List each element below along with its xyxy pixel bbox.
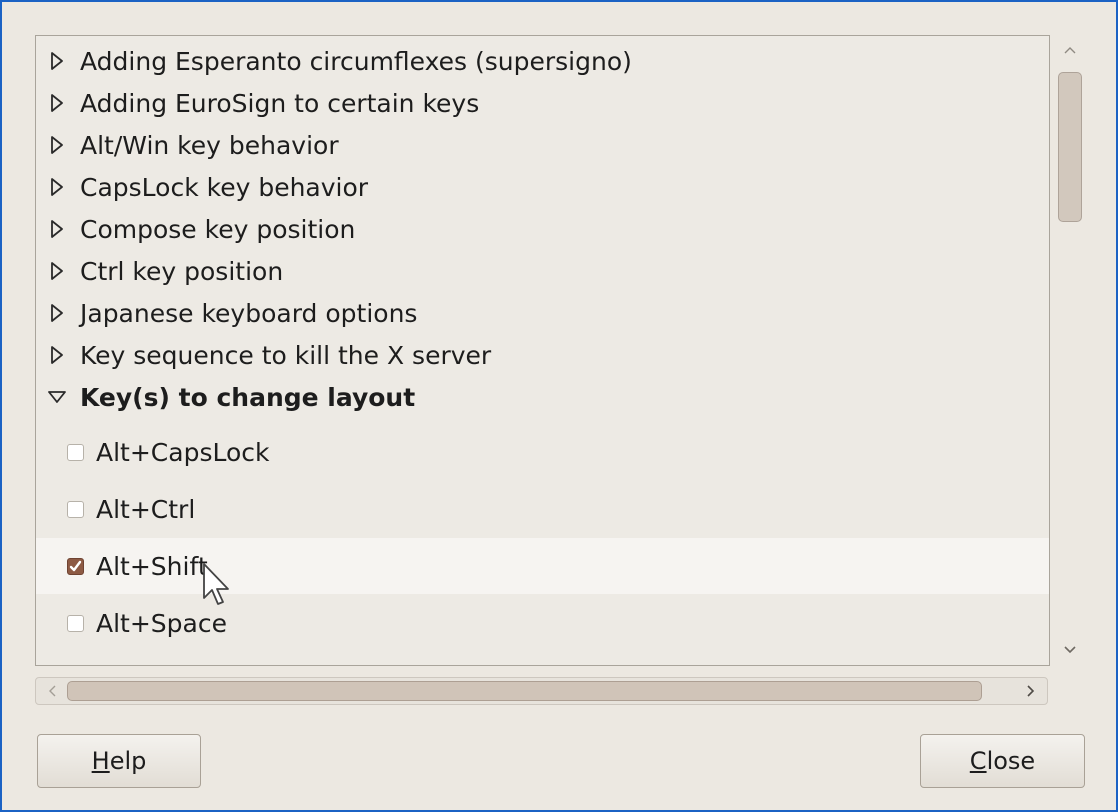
triangle-down-icon[interactable] <box>46 386 68 408</box>
horizontal-scrollbar-thumb[interactable] <box>67 681 982 701</box>
tree-group-ctrl[interactable]: Ctrl key position <box>36 250 1049 292</box>
tree-group-alt-win[interactable]: Alt/Win key behavior <box>36 124 1049 166</box>
triangle-right-icon[interactable] <box>46 176 68 198</box>
checkbox[interactable] <box>67 443 84 461</box>
horizontal-scrollbar[interactable] <box>35 677 1048 705</box>
tree-group-change-layout[interactable]: Key(s) to change layout <box>36 376 1049 418</box>
checkbox[interactable] <box>67 500 84 518</box>
triangle-right-icon[interactable] <box>46 134 68 156</box>
tree-group-esperanto[interactable]: Adding Esperanto circumflexes (supersign… <box>36 40 1049 82</box>
options-tree[interactable]: Adding Esperanto circumflexes (supersign… <box>36 36 1049 665</box>
tree-group-label: Adding Esperanto circumflexes (supersign… <box>80 46 632 76</box>
tree-group-label: Key(s) to change layout <box>80 382 416 412</box>
tree-group-eurosign[interactable]: Adding EuroSign to certain keys <box>36 82 1049 124</box>
option-label: Alt+Shift <box>96 551 208 581</box>
keyboard-layout-options-dialog: Adding Esperanto circumflexes (supersign… <box>0 0 1118 812</box>
checkbox[interactable] <box>67 614 84 632</box>
tree-group-compose[interactable]: Compose key position <box>36 208 1049 250</box>
vertical-scrollbar[interactable] <box>1055 39 1085 663</box>
help-button[interactable]: Help <box>37 734 201 788</box>
tree-group-label: Key sequence to kill the X server <box>80 340 492 370</box>
option-alt-capslock[interactable]: Alt+CapsLock <box>36 424 1049 480</box>
triangle-right-icon[interactable] <box>46 302 68 324</box>
scroll-left-arrow-icon[interactable] <box>38 678 66 704</box>
scroll-down-arrow-icon[interactable] <box>1055 639 1085 661</box>
option-alt-ctrl[interactable]: Alt+Ctrl <box>36 481 1049 537</box>
close-mnemonic: C <box>969 747 987 775</box>
tree-group-label: Ctrl key position <box>80 256 284 286</box>
triangle-right-icon[interactable] <box>46 218 68 240</box>
checkbox[interactable] <box>67 557 84 575</box>
triangle-right-icon[interactable] <box>46 92 68 114</box>
checkmark-icon <box>69 560 82 571</box>
option-label: Alt+Space <box>96 608 227 638</box>
close-button[interactable]: Close <box>920 734 1085 788</box>
option-alt-space[interactable]: Alt+Space <box>36 595 1049 651</box>
triangle-right-icon[interactable] <box>46 260 68 282</box>
help-label: elp <box>109 747 147 775</box>
tree-group-capslock[interactable]: CapsLock key behavior <box>36 166 1049 208</box>
close-label: lose <box>986 747 1036 775</box>
tree-group-label: Japanese keyboard options <box>80 298 418 328</box>
tree-group-japanese[interactable]: Japanese keyboard options <box>36 292 1049 334</box>
tree-group-label: CapsLock key behavior <box>80 172 369 202</box>
triangle-right-icon[interactable] <box>46 344 68 366</box>
tree-group-label: Compose key position <box>80 214 356 244</box>
scroll-right-arrow-icon[interactable] <box>1017 678 1045 704</box>
scroll-up-arrow-icon[interactable] <box>1055 39 1085 61</box>
options-tree-frame: Adding Esperanto circumflexes (supersign… <box>35 35 1050 666</box>
tree-group-label: Alt/Win key behavior <box>80 130 339 160</box>
tree-group-kill-x[interactable]: Key sequence to kill the X server <box>36 334 1049 376</box>
help-mnemonic: H <box>91 747 110 775</box>
triangle-right-icon[interactable] <box>46 50 68 72</box>
tree-group-label: Adding EuroSign to certain keys <box>80 88 480 118</box>
option-label: Alt+CapsLock <box>96 437 270 467</box>
vertical-scrollbar-thumb[interactable] <box>1058 72 1082 222</box>
option-label: Alt+Ctrl <box>96 494 196 524</box>
option-alt-shift[interactable]: Alt+Shift <box>36 538 1049 594</box>
